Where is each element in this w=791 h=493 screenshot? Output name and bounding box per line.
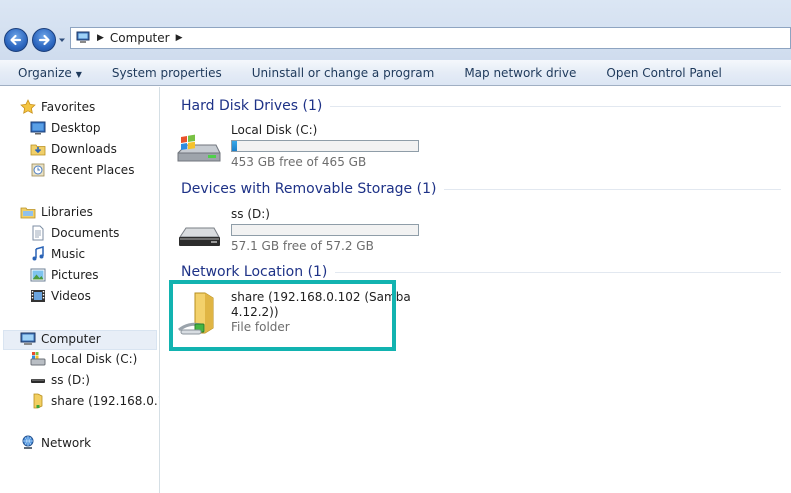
capacity-bar-fill [232,141,237,151]
windows-hard-disk-icon [177,134,221,162]
local-disk-icon [30,351,46,367]
capacity-bar [231,224,419,236]
videos-icon [30,288,46,304]
sidebar-item-label: Computer [41,332,101,346]
group-header-removable-storage[interactable]: Devices with Removable Storage (1) [181,181,781,197]
organize-button[interactable]: Organize ▼ [0,66,97,80]
computer-icon [20,331,36,347]
sidebar-item-local-disk[interactable]: Local Disk (C:) [30,351,137,367]
network-share-icon [30,393,46,409]
annotation-highlight-box [169,280,396,351]
open-control-panel-button[interactable]: Open Control Panel [591,66,736,80]
sidebar-item-downloads[interactable]: Downloads [30,141,117,157]
group-divider [335,271,781,273]
downloads-folder-icon [30,141,46,157]
arrow-left-icon [10,34,22,46]
group-title: Hard Disk Drives (1) [181,98,323,114]
chevron-down-icon: ▼ [75,69,82,79]
sidebar-item-documents[interactable]: Documents [30,225,119,241]
breadcrumb-separator[interactable]: ▶ [176,33,183,43]
back-button[interactable] [4,28,28,52]
sidebar-item-label: Pictures [51,268,99,282]
breadcrumb-separator[interactable]: ▶ [97,33,104,43]
sidebar-item-ss-drive[interactable]: ss (D:) [30,372,90,388]
sidebar-item-label: Music [51,247,86,261]
sidebar-item-label: share (192.168.0.102 [51,394,159,408]
computer-icon [76,31,90,43]
sidebar-item-label: Recent Places [51,163,135,177]
group-title: Devices with Removable Storage (1) [181,181,437,197]
drive-name: ss (D:) [231,207,270,221]
sidebar-item-computer[interactable]: Computer [20,331,101,347]
sidebar-item-label: Documents [51,226,120,240]
drive-tile-ss-d[interactable]: ss (D:) 57.1 GB free of 57.2 GB [175,207,435,257]
removable-drive-icon [179,227,220,246]
pictures-icon [30,267,46,283]
sidebar-item-libraries[interactable]: Libraries [20,204,93,220]
sidebar-item-label: ss (D:) [51,373,90,387]
network-icon [20,435,36,451]
documents-icon [30,225,46,241]
group-header-network-location[interactable]: Network Location (1) [181,264,781,280]
breadcrumb-computer[interactable]: Computer [110,31,170,45]
command-toolbar: Organize ▼ System properties Uninstall or… [0,60,791,86]
removable-drive-icon [30,372,46,388]
group-header-hard-disk-drives[interactable]: Hard Disk Drives (1) [181,98,781,114]
music-icon [30,246,46,262]
sidebar-item-recent-places[interactable]: Recent Places [30,162,134,178]
sidebar-item-pictures[interactable]: Pictures [30,267,99,283]
sidebar-item-music[interactable]: Music [30,246,85,262]
capacity-bar [231,140,419,152]
star-icon [20,99,36,115]
address-input[interactable]: ▶ Computer ▶ [70,27,791,49]
address-bar-area: ▶ Computer ▶ [0,0,791,60]
sidebar-item-share[interactable]: share (192.168.0.102 [30,393,159,409]
drive-free-space: 453 GB free of 465 GB [231,155,367,169]
recent-pages-chevron-down-icon[interactable] [58,36,66,44]
system-properties-button[interactable]: System properties [97,66,237,80]
map-network-drive-button[interactable]: Map network drive [449,66,591,80]
sidebar-item-desktop[interactable]: Desktop [30,120,101,136]
sidebar-item-label: Videos [51,289,91,303]
sidebar-item-label: Favorites [41,100,96,114]
recent-places-icon [30,162,46,178]
desktop-icon [30,120,46,136]
group-divider [444,188,781,190]
uninstall-program-button[interactable]: Uninstall or change a program [237,66,450,80]
organize-label: Organize [18,65,72,80]
group-divider [330,105,781,107]
arrow-right-icon [38,34,50,46]
sidebar-item-label: Libraries [41,205,93,219]
sidebar-item-label: Local Disk (C:) [51,352,138,366]
drive-name: Local Disk (C:) [231,123,318,137]
libraries-icon [20,204,36,220]
forward-button[interactable] [32,28,56,52]
sidebar-item-favorites[interactable]: Favorites [20,99,95,115]
sidebar-item-label: Desktop [51,121,101,135]
sidebar-item-videos[interactable]: Videos [30,288,91,304]
sidebar-item-label: Downloads [51,142,117,156]
sidebar-item-network[interactable]: Network [20,435,91,451]
group-title: Network Location (1) [181,264,328,280]
navigation-pane: Favorites Desktop Downloads Recent Place… [0,87,160,493]
drive-free-space: 57.1 GB free of 57.2 GB [231,239,374,253]
sidebar-item-label: Network [41,436,92,450]
drive-tile-local-disk-c[interactable]: Local Disk (C:) 453 GB free of 465 GB [175,123,435,173]
